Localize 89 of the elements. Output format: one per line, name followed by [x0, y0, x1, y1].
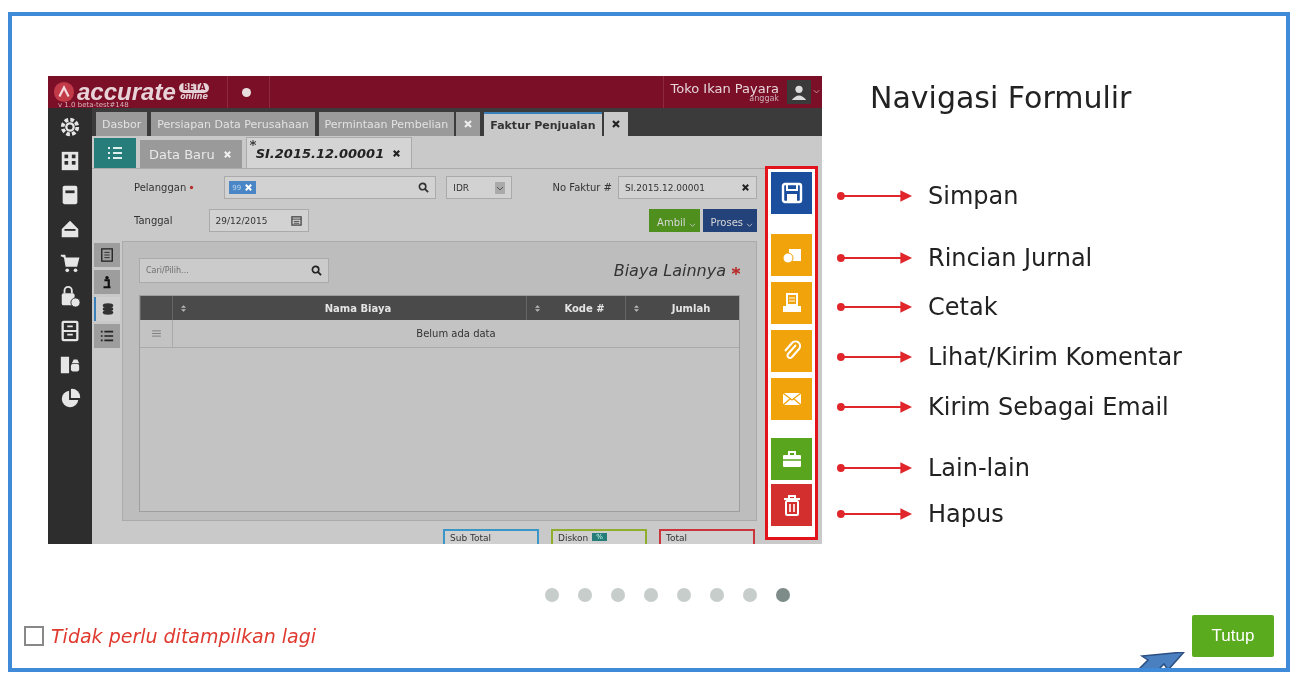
logo-icon — [53, 81, 75, 103]
total-label: Diskon — [558, 533, 589, 543]
calendar-icon[interactable] — [290, 215, 302, 226]
close-button[interactable]: Tutup — [1192, 615, 1274, 657]
page-dot[interactable] — [643, 588, 658, 602]
user-avatar-button[interactable] — [787, 80, 811, 104]
close-icon — [463, 119, 474, 129]
arrow-icon — [836, 507, 914, 521]
date-field[interactable]: 29/12/2015 — [208, 209, 309, 232]
company-name: Toko Ikan Payara — [670, 81, 779, 95]
drag-handle-icon[interactable] — [151, 330, 161, 337]
building-icon[interactable] — [59, 150, 81, 172]
action-button[interactable]: Ambil — [649, 209, 700, 232]
search-icon[interactable] — [311, 265, 322, 276]
search-field[interactable]: Cari/Pilih... — [139, 258, 329, 283]
legend-label: Lihat/Kirim Komentar — [928, 343, 1182, 371]
list-icon — [107, 146, 123, 160]
coins-tab[interactable] — [94, 297, 120, 321]
arrow-icon — [836, 189, 914, 203]
arrow-icon — [836, 300, 914, 314]
checkbox[interactable] — [24, 626, 44, 646]
list-view-button[interactable] — [94, 138, 136, 168]
legend-label: Cetak — [928, 293, 998, 321]
action-button[interactable]: Proses — [702, 209, 757, 232]
caret-icon — [813, 89, 820, 95]
user-icon — [790, 83, 808, 101]
settings-icon[interactable] — [59, 116, 81, 138]
invoice-number-field[interactable]: SI.2015.12.00001 — [618, 176, 757, 199]
page-dot[interactable] — [676, 588, 691, 602]
arrow-icon — [836, 400, 914, 414]
empty-message: Belum ada data — [415, 328, 497, 339]
remove-icon[interactable] — [244, 183, 254, 192]
tab-close-button[interactable] — [456, 112, 481, 136]
info-tab[interactable] — [94, 270, 120, 294]
coins-icon — [101, 302, 115, 316]
legend-label: Kirim Sebagai Email — [928, 393, 1169, 421]
user-name: anggak — [749, 94, 779, 103]
cart-icon[interactable] — [59, 252, 81, 274]
total-label: Sub Total — [450, 533, 491, 543]
column-header[interactable]: Nama Biaya — [172, 296, 526, 320]
list-icon — [100, 329, 114, 343]
sort-icon[interactable] — [535, 304, 540, 312]
sort-icon[interactable] — [634, 304, 639, 312]
page-dot[interactable] — [709, 588, 724, 602]
close-icon[interactable] — [392, 148, 402, 158]
section-title: Biaya Lainnya — [613, 261, 726, 280]
legend-label: Simpan — [928, 182, 1019, 210]
caret-icon — [746, 223, 753, 228]
detail-icon — [100, 248, 114, 262]
sort-icon[interactable] — [181, 304, 186, 312]
detail-tab[interactable] — [94, 243, 120, 267]
page-dot[interactable] — [610, 588, 625, 602]
clear-icon[interactable] — [741, 183, 750, 192]
delete-button[interactable] — [771, 484, 812, 526]
cabinet-icon[interactable] — [59, 320, 81, 342]
save-button[interactable] — [771, 172, 812, 214]
column-header[interactable]: Jumlah — [625, 296, 739, 320]
search-icon[interactable] — [418, 182, 430, 193]
caret-icon — [495, 181, 506, 194]
tab[interactable]: Faktur Penjualan — [484, 112, 602, 136]
list-tab[interactable] — [94, 324, 120, 348]
page-dot[interactable] — [742, 588, 757, 602]
page-dot[interactable] — [577, 588, 592, 602]
arrow-icon — [836, 251, 914, 265]
save-icon — [779, 181, 804, 205]
pie-icon[interactable] — [59, 388, 81, 410]
page-dot[interactable] — [775, 588, 790, 602]
page-dot[interactable] — [544, 588, 559, 602]
tools-button[interactable] — [771, 438, 812, 480]
checkbox-label[interactable]: Tidak perlu ditampilkan lagi — [51, 625, 317, 647]
inbox-icon[interactable] — [59, 218, 81, 240]
legend-label: Rincian Jurnal — [928, 244, 1093, 272]
legend-label: Lain-lain — [928, 454, 1030, 482]
close-icon — [610, 119, 621, 129]
column-header[interactable]: Kode # — [526, 296, 625, 320]
tab-close-button[interactable] — [603, 112, 628, 136]
currency-dropdown[interactable]: IDR — [446, 176, 513, 199]
modified-icon — [249, 140, 256, 146]
total-label: Total — [666, 533, 688, 543]
caret-icon — [688, 223, 696, 228]
dialog-title: Navigasi Formulir — [869, 79, 1133, 117]
arrow-icon — [836, 350, 914, 364]
date-label: Tanggal — [134, 215, 173, 226]
legend-label: Hapus — [928, 500, 1004, 528]
customer-label: Pelanggan — [134, 182, 187, 193]
document-tab[interactable]: SI.2015.12.00001 — [245, 137, 413, 168]
status-dot-icon — [242, 87, 252, 97]
invoice-number-label: No Faktur # — [552, 182, 612, 193]
arrow-icon — [836, 461, 914, 475]
